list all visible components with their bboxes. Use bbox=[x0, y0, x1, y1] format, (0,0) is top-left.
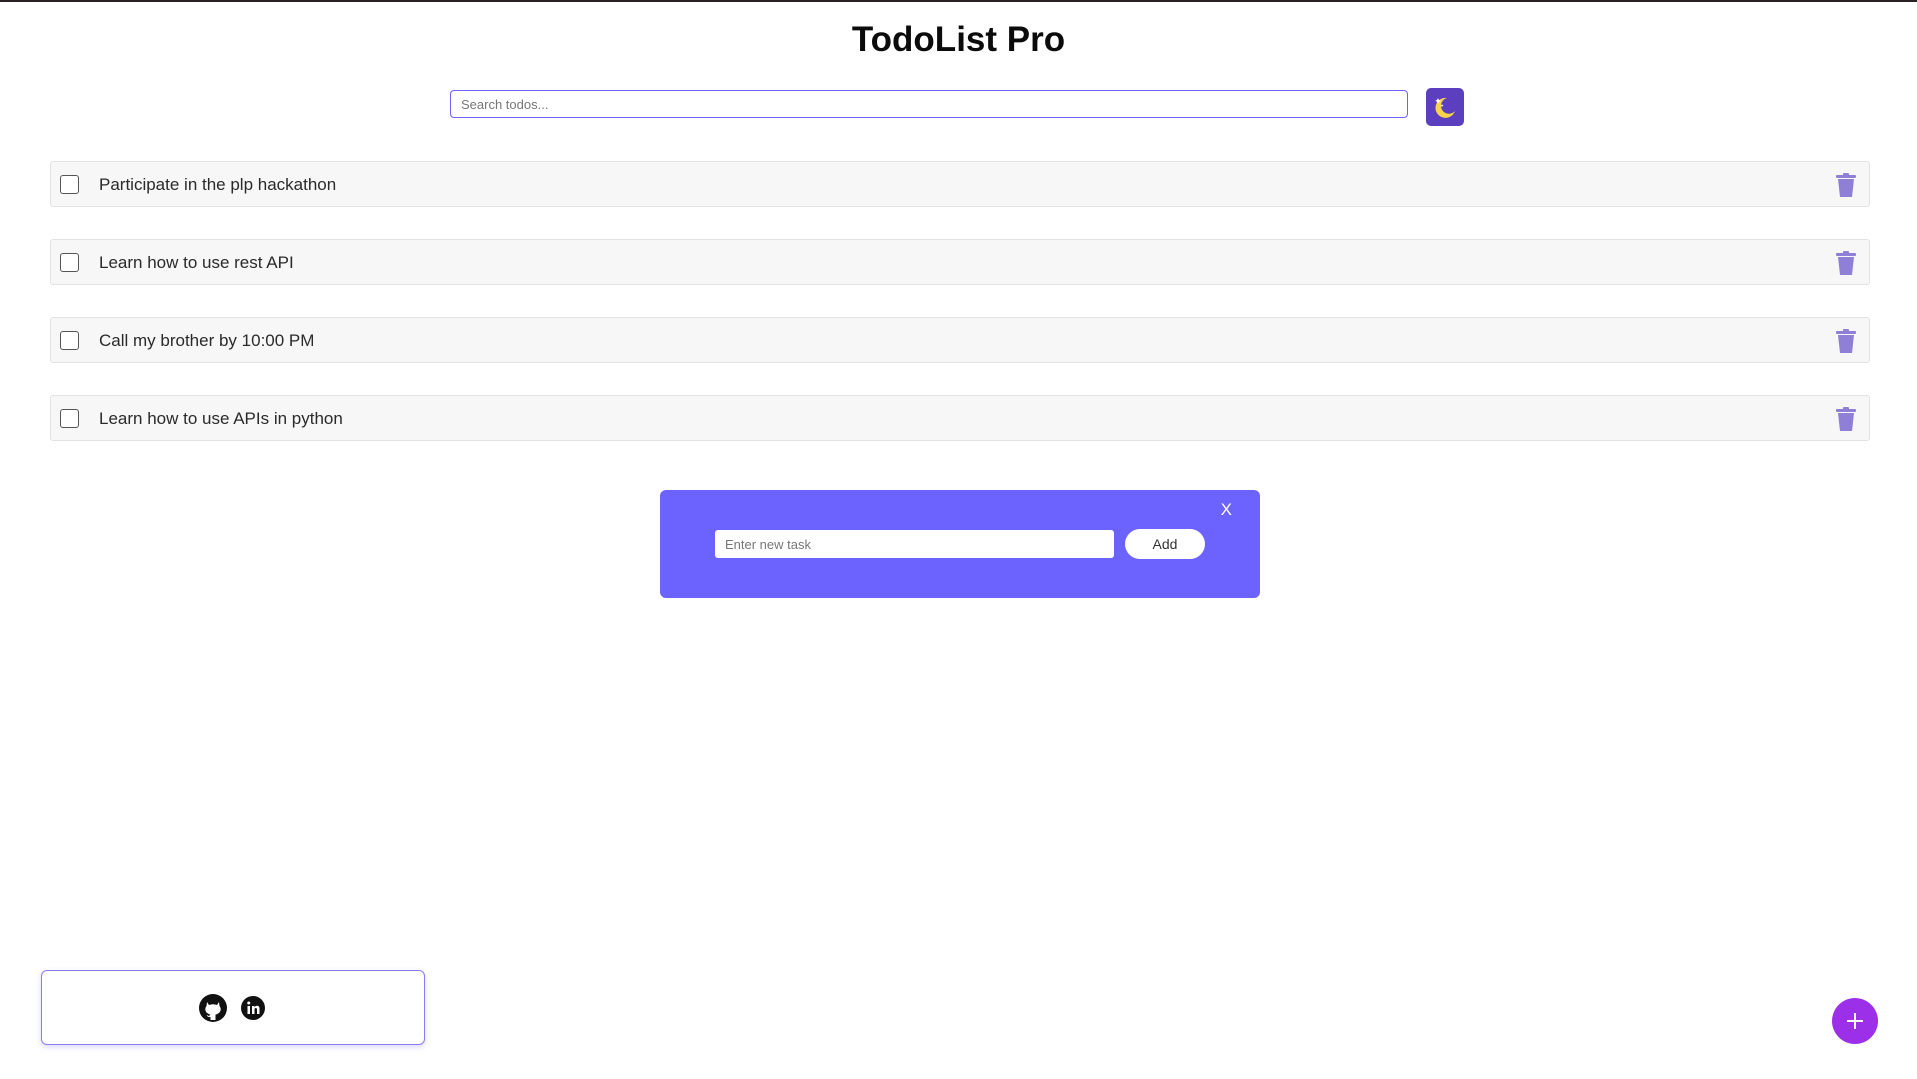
todo-item: Participate in the plp hackathon bbox=[50, 161, 1870, 207]
add-task-modal: X Add bbox=[660, 490, 1260, 598]
trash-icon bbox=[1836, 173, 1856, 197]
top-border bbox=[0, 0, 1917, 2]
todo-item: Call my brother by 10:00 PM bbox=[50, 317, 1870, 363]
search-input[interactable] bbox=[450, 90, 1408, 118]
add-todo-fab[interactable] bbox=[1832, 998, 1878, 1044]
todo-checkbox[interactable] bbox=[60, 409, 79, 428]
github-icon bbox=[199, 994, 227, 1022]
moon-stars-icon bbox=[1435, 97, 1455, 118]
todo-checkbox[interactable] bbox=[60, 253, 79, 272]
delete-button[interactable] bbox=[1835, 173, 1857, 197]
theme-toggle-button[interactable] bbox=[1426, 88, 1464, 126]
trash-icon bbox=[1836, 329, 1856, 353]
app-title: TodoList Pro bbox=[851, 20, 1066, 59]
close-modal-button[interactable]: X bbox=[1221, 500, 1232, 520]
delete-button[interactable] bbox=[1835, 407, 1857, 431]
todo-text: Call my brother by 10:00 PM bbox=[99, 331, 315, 350]
new-task-input[interactable] bbox=[715, 530, 1114, 558]
delete-button[interactable] bbox=[1835, 329, 1857, 353]
trash-icon bbox=[1836, 407, 1856, 431]
trash-icon bbox=[1836, 251, 1856, 275]
todo-checkbox[interactable] bbox=[60, 175, 79, 194]
todo-text: Learn how to use APIs in python bbox=[99, 409, 343, 428]
todo-text: Learn how to use rest API bbox=[99, 253, 294, 272]
linkedin-link[interactable] bbox=[238, 993, 268, 1023]
todo-item: Learn how to use APIs in python bbox=[50, 395, 1870, 441]
add-task-button[interactable]: Add bbox=[1125, 529, 1205, 559]
social-links-card bbox=[41, 970, 425, 1045]
todo-item: Learn how to use rest API bbox=[50, 239, 1870, 285]
todo-list: Participate in the plp hackathon Learn h… bbox=[50, 161, 1870, 473]
github-link[interactable] bbox=[198, 993, 228, 1023]
linkedin-icon bbox=[241, 996, 265, 1020]
todo-checkbox[interactable] bbox=[60, 331, 79, 350]
delete-button[interactable] bbox=[1835, 251, 1857, 275]
plus-icon bbox=[1847, 1013, 1863, 1029]
todo-text: Participate in the plp hackathon bbox=[99, 175, 337, 194]
